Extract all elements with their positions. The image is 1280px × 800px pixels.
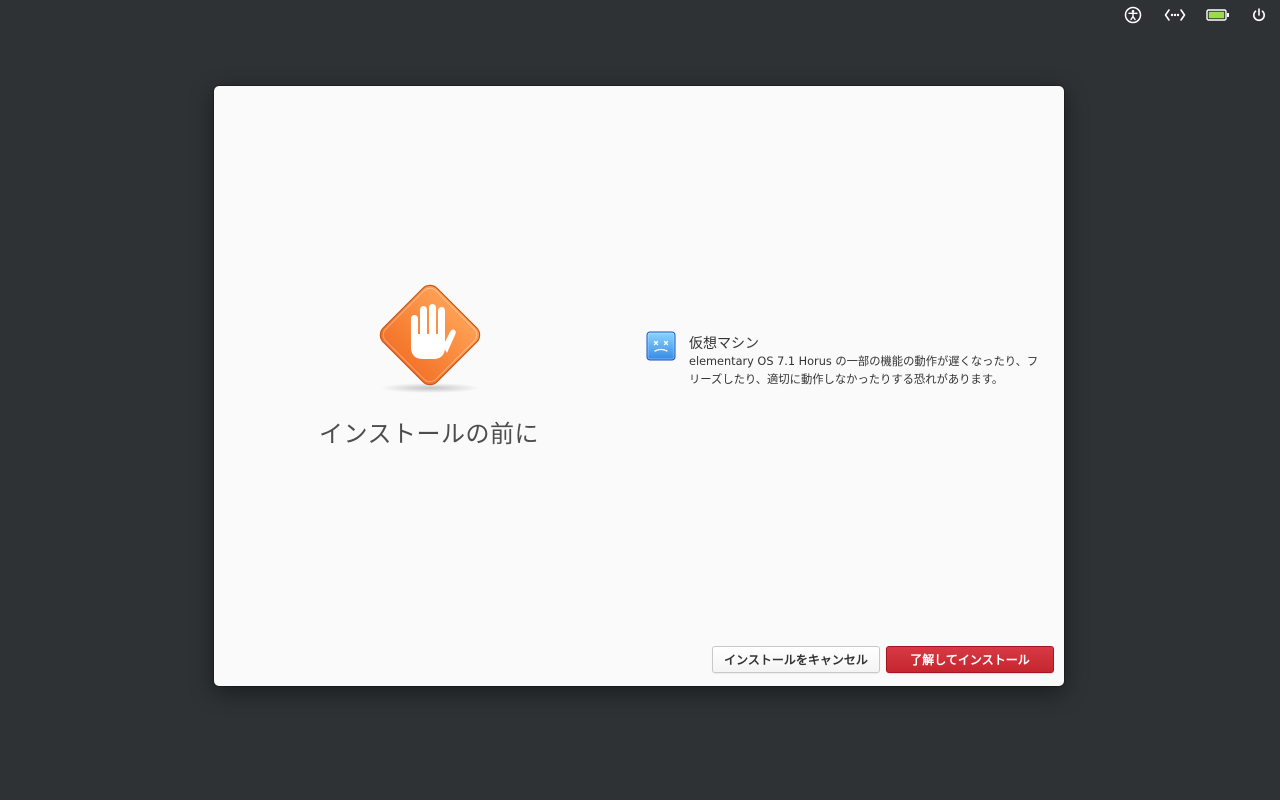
virtual-machine-icon (646, 331, 676, 361)
page-title: インストールの前に (318, 420, 540, 448)
issue-title: 仮想マシン (689, 336, 759, 352)
accessibility-icon[interactable] (1123, 5, 1143, 25)
issue-description: elementary OS 7.1 Horus の一部の機能の動作が遅くなったり… (689, 355, 1039, 386)
battery-icon[interactable] (1206, 5, 1230, 25)
network-wired-icon[interactable] (1164, 5, 1186, 25)
left-pane: インストールの前に (214, 86, 644, 686)
installer-window: インストールの前に 仮想マシン elementary OS 7.1 Horus … (214, 86, 1064, 686)
stop-hand-icon (371, 278, 489, 396)
confirm-install-button[interactable]: 了解してインストール (886, 646, 1054, 673)
power-icon[interactable] (1249, 5, 1269, 25)
top-panel (0, 0, 1280, 30)
cancel-installation-button[interactable]: インストールをキャンセル (712, 646, 880, 673)
